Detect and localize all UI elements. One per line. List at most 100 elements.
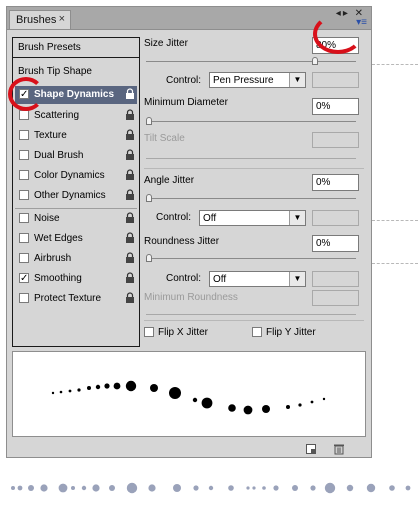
angle-jitter-label: Angle Jitter: [144, 175, 195, 186]
brush-presets-item[interactable]: Brush Presets: [13, 38, 139, 58]
checkbox[interactable]: [19, 233, 29, 243]
angle-jitter-slider[interactable]: [146, 194, 356, 204]
min-roundness-label: Minimum Roundness: [144, 292, 238, 303]
guide-line: [372, 64, 418, 65]
min-diameter-slider[interactable]: [146, 117, 356, 127]
option-label: Protect Texture: [34, 293, 102, 304]
size-jitter-input[interactable]: 80%: [312, 37, 359, 54]
roundness-jitter-slider[interactable]: [146, 254, 356, 264]
option-scattering[interactable]: Scattering: [15, 107, 137, 125]
lock-icon[interactable]: [125, 252, 135, 264]
option-label: Wet Edges: [34, 233, 83, 244]
section-divider: [144, 320, 364, 321]
brush-stroke-preview: [12, 351, 366, 437]
option-shape-dynamics[interactable]: ✓ Shape Dynamics: [15, 86, 137, 104]
brushes-panel: Brushes × ◂▸ ✕ ▾≡ Brush Presets Brush Ti…: [6, 6, 372, 458]
lock-icon[interactable]: [125, 232, 135, 244]
checkbox[interactable]: ✓: [19, 273, 29, 284]
chevron-down-icon[interactable]: ▼: [289, 272, 305, 286]
roundness-jitter-input[interactable]: 0%: [312, 235, 359, 252]
lock-icon[interactable]: [125, 189, 135, 201]
slider-track: [146, 198, 356, 199]
lock-icon[interactable]: [125, 109, 135, 121]
option-wet-edges[interactable]: Wet Edges: [15, 230, 137, 248]
checkbox[interactable]: [19, 130, 29, 140]
checkbox[interactable]: ✓: [19, 89, 29, 100]
option-label: Airbrush: [34, 253, 72, 264]
close-icon[interactable]: ×: [59, 13, 65, 25]
checkbox[interactable]: [252, 327, 262, 337]
min-diameter-input[interactable]: 0%: [312, 98, 359, 115]
slider-thumb[interactable]: [146, 194, 152, 202]
size-control-label: Control:: [166, 75, 202, 86]
list-divider: [15, 208, 137, 209]
lock-icon[interactable]: [125, 88, 135, 100]
tilt-scale-label: Tilt Scale: [144, 133, 185, 144]
roundness-control-select[interactable]: Off ▼: [209, 271, 306, 287]
chevron-down-icon[interactable]: ▼: [289, 73, 305, 87]
lock-icon[interactable]: [125, 292, 135, 304]
size-control-select[interactable]: Pen Pressure ▼: [209, 72, 306, 88]
option-other-dynamics[interactable]: Other Dynamics: [15, 187, 137, 205]
angle-control-field: [312, 210, 359, 226]
checkbox[interactable]: [19, 213, 29, 223]
checkbox[interactable]: [19, 170, 29, 180]
select-value: Off: [213, 274, 227, 285]
checkbox[interactable]: [19, 190, 29, 200]
lock-icon[interactable]: [125, 212, 135, 224]
slider-thumb[interactable]: [312, 57, 318, 65]
option-color-dynamics[interactable]: Color Dynamics: [15, 167, 137, 185]
roundness-control-label: Control:: [166, 273, 202, 284]
panel-menu-icon[interactable]: ▾≡: [356, 17, 367, 28]
option-label: Noise: [34, 213, 60, 224]
shape-dynamics-settings: Size Jitter 80% Control: Pen Pressure ▼ …: [144, 35, 369, 355]
checkbox[interactable]: [19, 253, 29, 263]
stroke-preview-graphic: [51, 380, 326, 415]
section-divider: [144, 168, 364, 169]
slider-track: [146, 121, 356, 122]
checkbox[interactable]: [144, 327, 154, 337]
select-value: Pen Pressure: [213, 75, 274, 86]
brush-options-list: Brush Presets Brush Tip Shape ✓ Shape Dy…: [12, 37, 140, 347]
option-protect-texture[interactable]: Protect Texture: [15, 290, 137, 308]
min-roundness-track: [146, 314, 356, 315]
new-preset-icon[interactable]: [305, 443, 317, 455]
flip-y-jitter[interactable]: Flip Y Jitter: [252, 326, 342, 340]
flip-x-label: Flip X Jitter: [158, 327, 209, 338]
sample-brush-stroke: [11, 482, 411, 494]
checkbox[interactable]: [19, 150, 29, 160]
brush-presets-label: Brush Presets: [18, 42, 81, 53]
lock-icon[interactable]: [125, 272, 135, 284]
guide-line: [372, 220, 418, 221]
angle-jitter-input[interactable]: 0%: [312, 174, 359, 191]
checkbox[interactable]: [19, 293, 29, 303]
tab-brushes[interactable]: Brushes ×: [9, 10, 71, 29]
flip-y-label: Flip Y Jitter: [266, 327, 316, 338]
lock-icon[interactable]: [125, 169, 135, 181]
option-texture[interactable]: Texture: [15, 127, 137, 145]
option-airbrush[interactable]: Airbrush: [15, 250, 137, 268]
size-jitter-slider[interactable]: [146, 57, 356, 67]
trash-icon[interactable]: [333, 443, 345, 455]
option-noise[interactable]: Noise: [15, 210, 137, 228]
angle-control-select[interactable]: Off ▼: [199, 210, 306, 226]
slider-thumb[interactable]: [146, 254, 152, 262]
lock-icon[interactable]: [125, 129, 135, 141]
option-smoothing[interactable]: ✓ Smoothing: [15, 270, 137, 288]
flip-x-jitter[interactable]: Flip X Jitter: [144, 326, 234, 340]
lock-icon[interactable]: [125, 149, 135, 161]
guide-line: [372, 263, 418, 264]
roundness-jitter-label: Roundness Jitter: [144, 236, 220, 247]
tilt-scale-track: [146, 158, 356, 159]
checkbox[interactable]: [19, 110, 29, 120]
brush-tip-shape-item[interactable]: Brush Tip Shape: [18, 66, 92, 77]
option-dual-brush[interactable]: Dual Brush: [15, 147, 137, 165]
size-jitter-label: Size Jitter: [144, 38, 188, 49]
size-control-field: [312, 72, 359, 88]
option-label: Scattering: [34, 110, 80, 121]
option-label: Texture: [34, 130, 67, 141]
slider-thumb[interactable]: [146, 117, 152, 125]
slider-track: [146, 61, 356, 62]
chevron-down-icon[interactable]: ▼: [289, 211, 305, 225]
option-label: Color Dynamics: [34, 170, 105, 181]
